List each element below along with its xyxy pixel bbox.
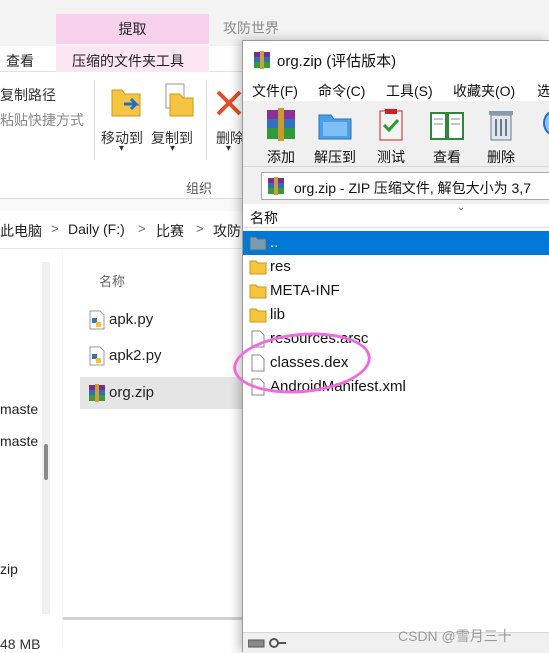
list-item-folder-meta-inf[interactable]: META-INF bbox=[243, 279, 549, 303]
test-button[interactable]: 测试 bbox=[365, 107, 417, 167]
column-label: 名称 bbox=[250, 210, 278, 226]
file-row-apk-py[interactable]: apk.py bbox=[80, 304, 260, 336]
toolbar-label: 解压到 bbox=[314, 149, 356, 165]
view-book-icon bbox=[430, 112, 464, 140]
list-item-parent-dir[interactable]: .. bbox=[243, 231, 549, 255]
parent-folder-icon bbox=[249, 236, 267, 251]
toolbar: 添加 解压到 测试 查看 删除 bbox=[243, 101, 549, 167]
toolbar-label: 添加 bbox=[267, 149, 295, 165]
python-file-icon bbox=[89, 346, 105, 366]
view-button[interactable]: 查看 bbox=[421, 107, 473, 167]
status-drive-key-icon bbox=[248, 638, 286, 648]
copy-to-icon bbox=[165, 83, 194, 117]
menu-bar: 文件(F) 命令(C) 工具(S) 收藏夹(O) 选 bbox=[243, 77, 549, 101]
copy-to-dropdown-icon[interactable]: ▾ bbox=[170, 143, 175, 154]
find-icon bbox=[543, 111, 549, 135]
extract-folder-icon bbox=[318, 114, 352, 140]
ribbon-divider bbox=[94, 80, 95, 160]
trash-icon bbox=[489, 111, 513, 141]
entry-name: lib bbox=[270, 306, 286, 323]
winrar-archive-icon bbox=[268, 177, 284, 195]
tab-compressed-folder-tools[interactable]: 压缩的文件夹工具 bbox=[72, 51, 184, 71]
menu-commands[interactable]: 命令(C) bbox=[318, 81, 365, 101]
breadcrumb-separator[interactable]: > bbox=[196, 221, 204, 236]
status-selected-size: 48 MB bbox=[0, 636, 41, 652]
list-item-folder-lib[interactable]: lib bbox=[243, 303, 549, 327]
test-clipboard-icon bbox=[379, 109, 403, 141]
breadcrumb-daily-drive[interactable]: Daily (F:) bbox=[68, 221, 125, 237]
scrollbar-thumb[interactable] bbox=[44, 444, 48, 480]
window-title: 攻防世界 bbox=[223, 20, 279, 36]
ribbon-divider bbox=[206, 80, 207, 160]
horizontal-scrollbar[interactable] bbox=[63, 612, 243, 624]
add-archive-icon bbox=[267, 108, 295, 141]
tab-view[interactable]: 查看 bbox=[6, 51, 34, 71]
folder-icon bbox=[249, 284, 267, 299]
paste-shortcut-button[interactable]: 粘贴快捷方式 bbox=[0, 110, 84, 130]
breadcrumb-attack-defense[interactable]: 攻防 bbox=[213, 221, 241, 241]
toolbar-label: 查 bbox=[531, 147, 549, 167]
winrar-title-bar[interactable]: org.zip (评估版本) bbox=[243, 41, 549, 77]
breadcrumb-this-pc[interactable]: 此电脑 bbox=[0, 221, 42, 241]
add-button[interactable]: 添加 bbox=[255, 107, 307, 167]
file-row-org-zip[interactable]: org.zip bbox=[80, 377, 250, 409]
folder-icon bbox=[249, 260, 267, 275]
delete-dropdown-icon[interactable]: ▾ bbox=[226, 143, 231, 154]
find-button[interactable]: 查 bbox=[531, 107, 549, 167]
archive-path-bar[interactable]: org.zip - ZIP 压缩文件, 解包大小为 3,7 bbox=[261, 172, 549, 200]
navigation-pane: maste maste zip bbox=[0, 249, 62, 652]
delete-button[interactable]: 删除 bbox=[475, 107, 527, 167]
file-name: apk.py bbox=[109, 311, 154, 328]
ribbon-group-organize: 组织 bbox=[186, 181, 213, 196]
folder-icon bbox=[249, 308, 267, 323]
winrar-archive-icon bbox=[89, 384, 105, 402]
menu-options[interactable]: 选 bbox=[537, 81, 549, 101]
move-to-icon bbox=[111, 89, 141, 117]
sort-chevron-icon: ⌄ bbox=[457, 202, 466, 213]
move-to-dropdown-icon[interactable]: ▾ bbox=[119, 143, 124, 154]
nav-scrollbar[interactable] bbox=[42, 262, 50, 614]
column-header-name[interactable]: 名称 ⌄ bbox=[243, 202, 549, 228]
file-name: org.zip bbox=[109, 384, 155, 401]
watermark: CSDN @雪月三十 bbox=[398, 628, 512, 644]
archive-path-text: org.zip - ZIP 压缩文件, 解包大小为 3,7 bbox=[294, 180, 532, 196]
entry-name: res bbox=[270, 258, 291, 275]
list-item-folder-res[interactable]: res bbox=[243, 255, 549, 279]
extract-to-button[interactable]: 解压到 bbox=[309, 107, 361, 167]
toolbar-label: 测试 bbox=[377, 149, 405, 165]
breadcrumb-contest[interactable]: 比赛 bbox=[156, 221, 184, 241]
toolbar-label: 删除 bbox=[487, 149, 515, 165]
tab-extract[interactable]: 提取 bbox=[56, 14, 209, 44]
menu-file[interactable]: 文件(F) bbox=[252, 81, 298, 101]
window-title: org.zip (评估版本) bbox=[277, 53, 397, 70]
entry-name: META-INF bbox=[270, 282, 340, 299]
file-name: apk2.py bbox=[109, 347, 162, 364]
nav-item[interactable]: zip bbox=[0, 561, 18, 577]
nav-item[interactable]: maste bbox=[0, 401, 38, 417]
breadcrumb-separator[interactable]: > bbox=[138, 221, 146, 236]
nav-item[interactable]: maste bbox=[0, 433, 38, 449]
archive-file-list: 名称 ⌄ .. res META-INF lib resources.arsc … bbox=[243, 202, 549, 632]
toolbar-label: 查看 bbox=[433, 149, 461, 165]
breadcrumb-separator[interactable]: > bbox=[51, 221, 59, 236]
python-file-icon bbox=[89, 310, 105, 330]
copy-path-button[interactable]: 复制路径 bbox=[0, 85, 56, 105]
delete-icon bbox=[216, 90, 242, 116]
menu-favorites[interactable]: 收藏夹(O) bbox=[453, 81, 515, 101]
column-header-name[interactable]: 名称 bbox=[99, 271, 125, 290]
winrar-app-icon bbox=[254, 51, 270, 69]
entry-name: .. bbox=[270, 234, 279, 251]
menu-tools[interactable]: 工具(S) bbox=[386, 81, 433, 101]
scrollbar-track[interactable] bbox=[63, 617, 243, 620]
